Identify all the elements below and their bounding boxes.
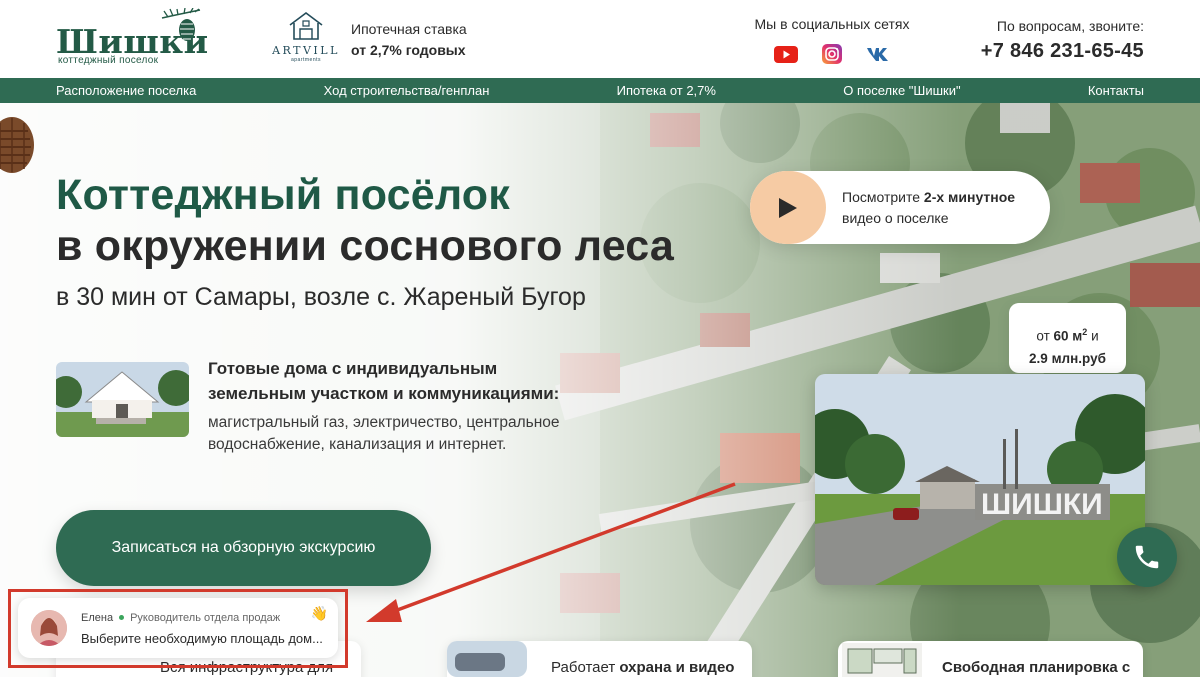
nav-item-mortgage[interactable]: Ипотека от 2,7% <box>617 83 716 98</box>
house-thumbnail-image <box>56 362 189 437</box>
highlight-box <box>8 589 348 668</box>
hero-title-line1: Коттеджный посёлок <box>56 171 510 219</box>
price-suffix: и <box>1087 328 1099 344</box>
partner-subname: apartments <box>290 57 321 63</box>
vk-icon[interactable] <box>866 44 890 64</box>
play-button[interactable] <box>750 171 826 244</box>
price-area: 60 м <box>1053 328 1083 344</box>
contact-label: По вопросам, звоните: <box>996 18 1144 34</box>
nav-item-about[interactable]: О поселке "Шишки" <box>843 83 960 98</box>
feature-card-text: Работает охрана и видео <box>551 659 734 676</box>
pine-cone-icon <box>161 8 201 41</box>
social-block: Мы в социальных сетях <box>752 16 912 64</box>
price-badge: от 60 м2 и 2.9 млн.руб <box>1009 303 1126 373</box>
instagram-icon[interactable] <box>820 44 844 64</box>
feature-text: магистральный газ, электричество, центра… <box>208 414 560 453</box>
house-outline-icon <box>289 12 323 40</box>
pine-cone-decoration-icon <box>0 117 34 173</box>
nav-item-contacts[interactable]: Контакты <box>1088 83 1144 98</box>
video-caption: Посмотрите 2-х минутное видео о поселке <box>842 187 1015 229</box>
hero-subtitle: в 30 мин от Самары, возле с. Жареный Буг… <box>56 283 586 311</box>
price-amount: 2.9 млн.руб <box>1029 350 1106 366</box>
feature-card-bold: охрана и видео <box>619 659 735 676</box>
hero-title: Коттеджный посёлок в окружении соснового… <box>56 170 674 272</box>
nav-item-construction[interactable]: Ход строительства/генплан <box>324 83 490 98</box>
feature-card-text: Свободная планировка с <box>942 659 1130 676</box>
feature-card-bold: Свободная планировка с <box>942 659 1131 676</box>
village-entrance-render-image[interactable]: ШИШКИ <box>815 374 1145 585</box>
feature-title: Готовые дома с индивидуальным земельным … <box>208 359 560 403</box>
contact-block: По вопросам, звоните: +7 846 231-65-45 <box>981 18 1144 63</box>
feature-card-prefix: Работает <box>551 659 620 676</box>
mortgage-rate: от 2,7% годовых <box>351 42 466 58</box>
phone-number-link[interactable]: +7 846 231-65-45 <box>981 40 1144 63</box>
phone-icon <box>1135 545 1159 569</box>
feature-block: Готовые дома с индивидуальным земельным … <box>208 356 588 456</box>
video-caption-bold: 2-х минутное <box>923 189 1016 205</box>
car-image <box>447 641 527 677</box>
video-caption-line2: видео о поселке <box>842 210 949 226</box>
play-icon <box>779 197 797 218</box>
svg-text:ШИШКИ: ШИШКИ <box>981 488 1103 521</box>
logo-tagline: коттеджный поселок <box>58 55 159 66</box>
price-prefix: от <box>1036 328 1054 344</box>
partner-logo-artvill[interactable]: ARTVILL apartments <box>270 11 342 67</box>
partner-name: ARTVILL <box>272 44 340 57</box>
video-caption-prefix: Посмотрите <box>842 189 924 205</box>
hero-title-line2: в окружении соснового леса <box>56 222 675 270</box>
main-nav: Расположение поселка Ход строительства/г… <box>0 78 1200 103</box>
call-button[interactable] <box>1117 527 1177 587</box>
site-logo[interactable]: Шишки коттеджный поселок <box>56 8 208 66</box>
video-promo[interactable]: Посмотрите 2-х минутное видео о поселке <box>750 171 1050 244</box>
youtube-icon[interactable] <box>774 44 798 64</box>
mortgage-label: Ипотечная ставка <box>351 21 467 37</box>
book-tour-button[interactable]: Записаться на обзорную экскурсию <box>56 510 431 586</box>
social-title: Мы в социальных сетях <box>754 16 910 32</box>
mortgage-info: Ипотечная ставка от 2,7% годовых <box>351 19 467 61</box>
feature-card-security[interactable]: Работает охрана и видео <box>447 641 752 677</box>
nav-item-location[interactable]: Расположение поселка <box>56 83 196 98</box>
floor-plan-image <box>842 643 922 677</box>
feature-card-layout[interactable]: Свободная планировка с <box>838 641 1143 677</box>
site-header: Шишки коттеджный поселок ARTVILL apartme… <box>0 0 1200 78</box>
